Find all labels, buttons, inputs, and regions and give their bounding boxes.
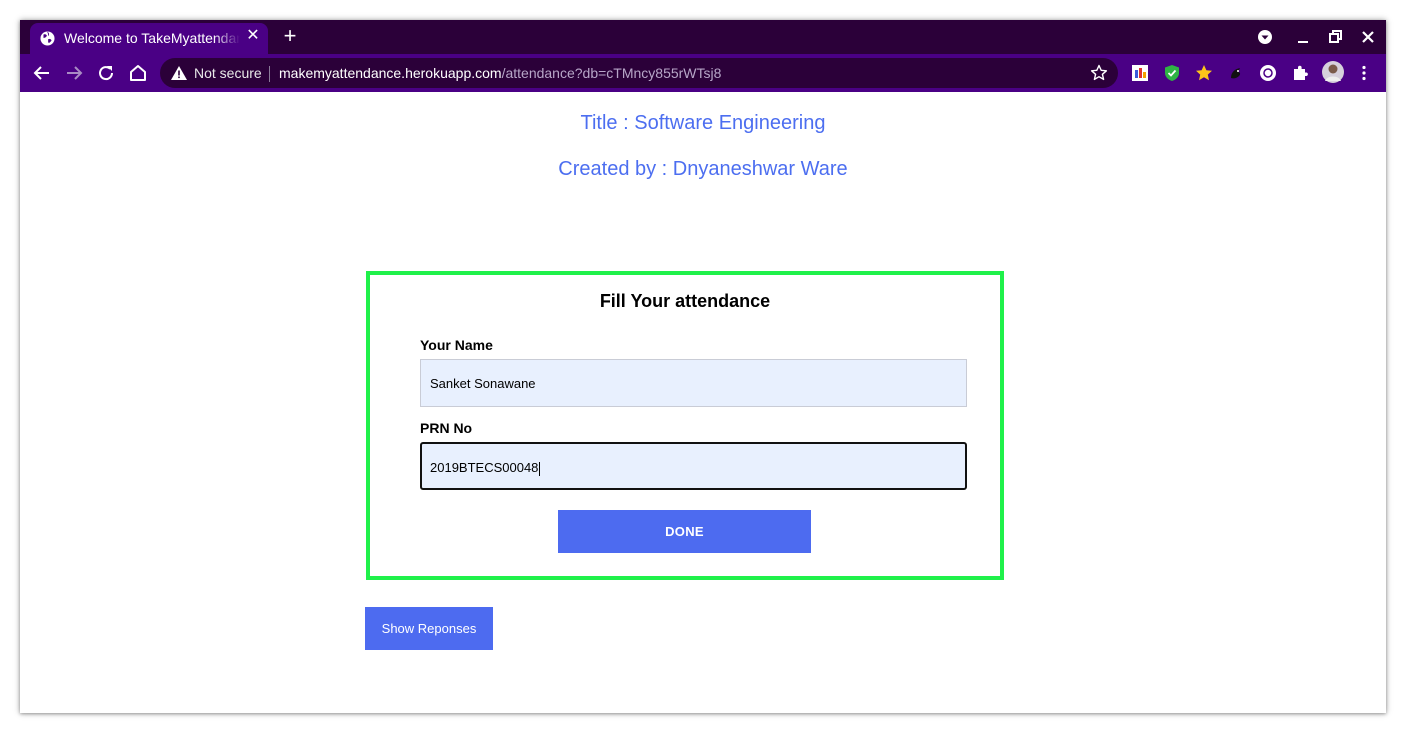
avatar[interactable] <box>1321 60 1345 84</box>
back-arrow-icon[interactable] <box>30 61 54 85</box>
restore-icon[interactable] <box>1324 26 1346 48</box>
reload-icon[interactable] <box>94 61 118 85</box>
url-path: /attendance?db=cTMncy855rWTsj8 <box>501 65 722 81</box>
profile-menu-icon[interactable] <box>1254 26 1276 48</box>
text-caret <box>539 461 541 476</box>
home-icon[interactable] <box>126 61 150 85</box>
plus-icon[interactable]: + <box>279 25 301 47</box>
browser-tab[interactable]: Welcome to TakeMyattendance ✕ <box>30 23 268 54</box>
prn-input[interactable]: 2019BTECS00048 <box>420 442 967 490</box>
address-bar[interactable]: Not secure makemyattendance.herokuapp.co… <box>160 58 1118 88</box>
bookmark-star-icon[interactable] <box>1090 64 1108 82</box>
ext-bird-icon[interactable] <box>1227 64 1245 82</box>
page-content: Title : Software Engineering Created by … <box>20 92 1386 713</box>
ext-circle-icon[interactable] <box>1259 64 1277 82</box>
browser-toolbar: Not secure makemyattendance.herokuapp.co… <box>20 54 1386 92</box>
tab-title: Welcome to TakeMyattendance <box>64 30 240 46</box>
puzzle-icon[interactable] <box>1291 64 1309 82</box>
tab-strip: Welcome to TakeMyattendance ✕ + <box>20 20 1386 54</box>
close-icon[interactable] <box>1357 26 1379 48</box>
forward-arrow-icon[interactable] <box>62 61 86 85</box>
attendance-form-card: Fill Your attendance Your Name Sanket So… <box>366 271 1004 580</box>
name-input[interactable]: Sanket Sonawane <box>420 359 967 407</box>
close-icon[interactable]: ✕ <box>245 28 261 44</box>
prn-input-value: 2019BTECS00048 <box>430 460 539 475</box>
warning-icon[interactable] <box>171 66 187 80</box>
globe-icon <box>40 31 55 46</box>
divider <box>269 66 270 82</box>
ext-star-icon[interactable] <box>1195 64 1213 82</box>
ext-shield-check-icon[interactable] <box>1163 64 1181 82</box>
browser-window: Welcome to TakeMyattendance ✕ + Not secu… <box>20 20 1386 713</box>
name-label: Your Name <box>420 337 493 353</box>
show-responses-button[interactable]: Show Reponses <box>365 607 493 650</box>
form-heading: Fill Your attendance <box>599 291 771 311</box>
done-button[interactable]: DONE <box>558 510 811 553</box>
ext-color-bars-icon[interactable] <box>1131 64 1149 82</box>
kebab-menu-icon[interactable] <box>1355 64 1373 82</box>
page-creator: Created by : Dnyaneshwar Ware <box>558 158 848 180</box>
name-input-value: Sanket Sonawane <box>430 376 536 391</box>
security-label[interactable]: Not secure <box>194 65 262 81</box>
minimize-icon[interactable] <box>1292 26 1314 48</box>
page-title: Title : Software Engineering <box>580 112 826 134</box>
url-text[interactable]: makemyattendance.herokuapp.com/attendanc… <box>279 65 721 81</box>
prn-label: PRN No <box>420 420 473 436</box>
url-host: makemyattendance.herokuapp.com <box>279 65 502 81</box>
